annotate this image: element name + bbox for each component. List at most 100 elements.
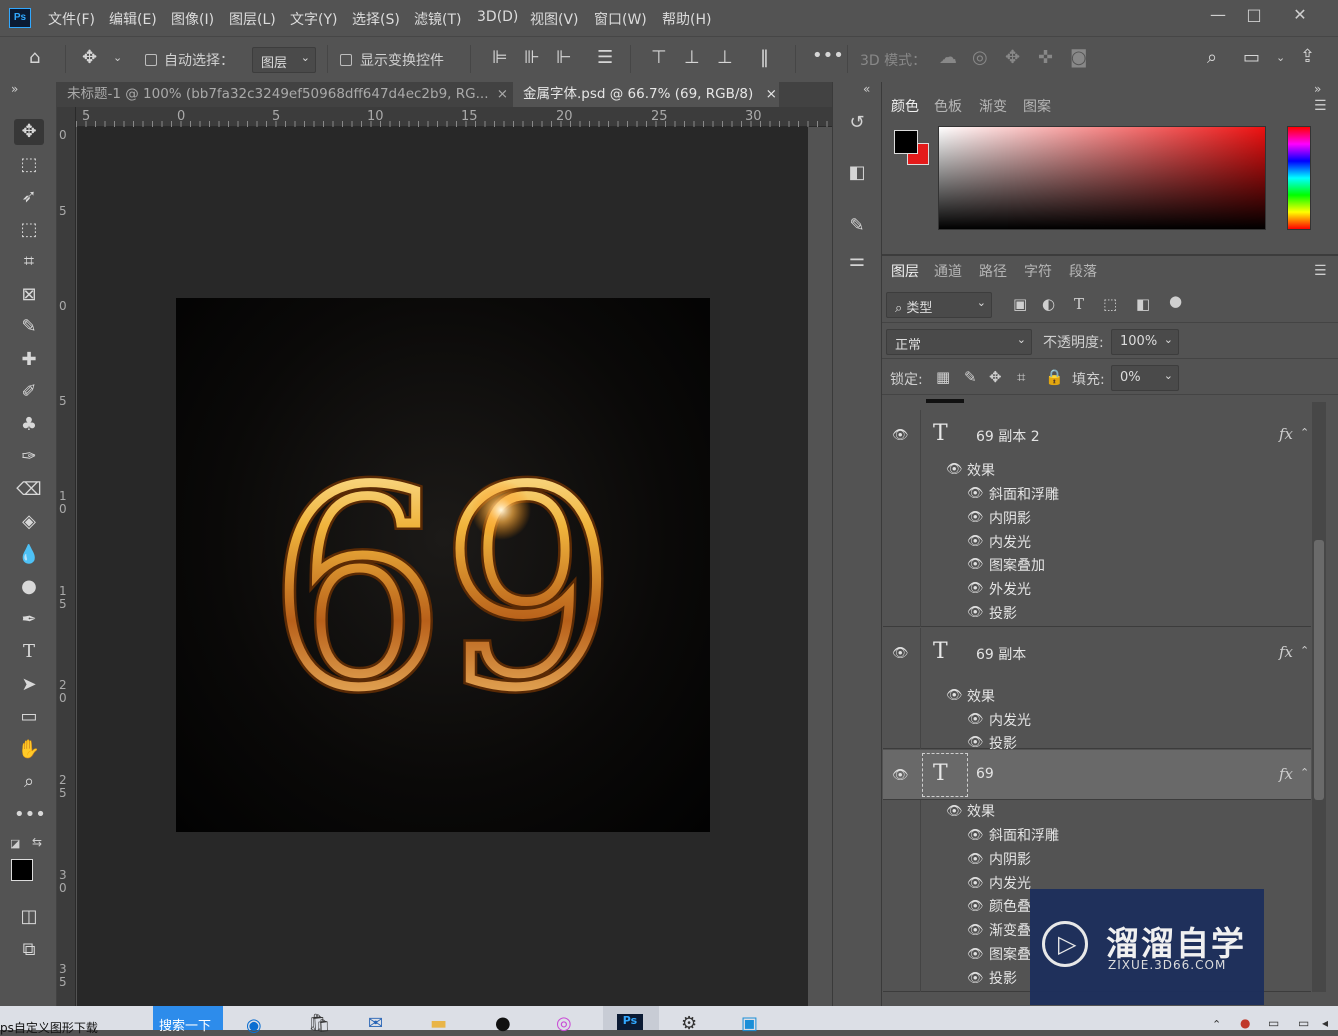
3d-roll-icon[interactable]: ◎	[972, 47, 988, 68]
3d-orbit-icon[interactable]: ☁	[939, 47, 957, 68]
taskbar-search-button[interactable]: 搜索一下	[153, 1006, 223, 1034]
show-transform-checkbox[interactable]	[340, 54, 352, 66]
tab-character[interactable]: 字符	[1024, 261, 1052, 281]
filter-shape-icon[interactable]: ⬚	[1103, 295, 1117, 313]
menu-select[interactable]: 选择(S)	[352, 9, 400, 29]
effect-item[interactable]: 图案叠加	[989, 555, 1045, 575]
visibility-eye-icon[interactable]: 👁	[892, 768, 909, 783]
blur-tool-icon[interactable]: 💧	[14, 542, 44, 568]
layers-scrollbar-thumb[interactable]	[1314, 540, 1324, 800]
effect-eye-icon[interactable]: 👁	[967, 923, 984, 938]
tab-metal-font[interactable]: 金属字体.psd @ 66.7% (69, RGB/8) ×	[513, 82, 779, 107]
hue-slider[interactable]	[1287, 126, 1311, 230]
taskbar-active-app[interactable]: Ps	[603, 1006, 659, 1030]
filter-smart-object-icon[interactable]: ◧	[1136, 295, 1150, 313]
type-tool-icon[interactable]: T	[14, 639, 44, 665]
app-icon[interactable]: ▣	[741, 1013, 758, 1034]
network-icon[interactable]: ▭	[1298, 1016, 1309, 1030]
tab-untitled[interactable]: 未标题-1 @ 100% (bb7fa32c3249ef50968dff647d…	[57, 82, 513, 107]
volume-icon[interactable]: ◂	[1322, 1016, 1328, 1030]
effect-item[interactable]: 内发光	[989, 532, 1031, 552]
hand-tool-icon[interactable]: ✋	[14, 737, 44, 763]
3d-camera-icon[interactable]: ◙	[1070, 47, 1087, 68]
brush-tool-icon[interactable]: ✐	[14, 379, 44, 405]
canvas-scroll-strip[interactable]	[808, 127, 832, 1006]
healing-tool-icon[interactable]: ✚	[14, 347, 44, 373]
menu-window[interactable]: 窗口(W)	[594, 9, 647, 29]
effect-eye-icon[interactable]: 👁	[967, 510, 984, 525]
effect-eye-icon[interactable]: 👁	[967, 971, 984, 986]
quick-mask-icon[interactable]: ◫	[14, 904, 44, 930]
effect-item[interactable]: 斜面和浮雕	[989, 825, 1059, 845]
effect-eye-icon[interactable]: 👁	[946, 688, 963, 703]
layer-filter-dropdown[interactable]: ⌕ 类型 ⌄	[886, 292, 992, 318]
effect-eye-icon[interactable]: 👁	[967, 534, 984, 549]
collapse-icon[interactable]: »	[11, 82, 18, 96]
tab-paragraph[interactable]: 段落	[1069, 261, 1097, 281]
align-bottom-icon[interactable]: ⊥	[717, 47, 733, 68]
effect-eye-icon[interactable]: 👁	[967, 581, 984, 596]
default-colors-icon[interactable]: ◪	[10, 837, 20, 850]
minimize-button[interactable]: —	[1198, 4, 1238, 26]
eyedropper-tool-icon[interactable]: ✎	[14, 314, 44, 340]
effect-item[interactable]: 渐变叠	[989, 920, 1031, 940]
maximize-button[interactable]: □	[1234, 4, 1274, 26]
effect-eye-icon[interactable]: 👁	[967, 712, 984, 727]
filter-pixel-icon[interactable]: ▣	[1013, 295, 1027, 313]
effect-item[interactable]: 图案叠	[989, 944, 1031, 964]
color-picker-field[interactable]	[938, 126, 1266, 230]
move-tool-icon[interactable]: ✥	[82, 47, 97, 68]
layer-item[interactable]: 👁 T 69 副本 2 fx ⌃ 👁 效果 👁 斜面和浮雕 👁 内阴影 👁 内发…	[883, 410, 1311, 627]
panel-menu-icon[interactable]: ☰	[1314, 98, 1327, 114]
filter-type-icon[interactable]: T	[1074, 295, 1084, 313]
screen-mode-icon[interactable]: ⧉	[14, 937, 44, 963]
object-select-tool-icon[interactable]: ⬚	[14, 217, 44, 243]
effect-eye-icon[interactable]: 👁	[967, 605, 984, 620]
effect-eye-icon[interactable]: 👁	[967, 876, 984, 891]
effect-eye-icon[interactable]: 👁	[967, 735, 984, 750]
layer-item[interactable]: 👁 T 69 副本 fx ⌃ 👁 效果 👁 内发光 👁 投影	[883, 628, 1311, 752]
expand-icon[interactable]: «	[863, 82, 870, 96]
brush-settings-icon[interactable]: ✎	[843, 212, 871, 240]
effect-eye-icon[interactable]: 👁	[967, 899, 984, 914]
lock-transparent-icon[interactable]: ▦	[936, 368, 950, 386]
tab-patterns[interactable]: 图案	[1023, 96, 1051, 116]
menu-view[interactable]: 视图(V)	[530, 9, 579, 29]
lock-artboard-icon[interactable]: ⌗	[1017, 368, 1025, 386]
adjustments-icon[interactable]: ⚌	[843, 247, 871, 275]
lock-position-icon[interactable]: ✥	[989, 368, 1002, 386]
menu-type[interactable]: 文字(Y)	[290, 9, 337, 29]
move-tool-icon[interactable]: ✥	[14, 119, 44, 145]
settings-gear-icon[interactable]: ⚙	[681, 1013, 697, 1034]
marquee-tool-icon[interactable]: ⬚	[14, 152, 44, 178]
effect-eye-icon[interactable]: 👁	[967, 852, 984, 867]
store-icon[interactable]: 🛍	[308, 1013, 331, 1034]
distribute-vertical-icon[interactable]: ‖	[760, 47, 769, 68]
tab-paths[interactable]: 路径	[979, 261, 1007, 281]
blend-mode-dropdown[interactable]: 正常 ⌄	[886, 329, 1032, 355]
layer-item-selected[interactable]: 👁 T 69 fx ⌃	[883, 750, 1311, 800]
frame-tool-icon[interactable]: ⊠	[14, 282, 44, 308]
history-panel-icon[interactable]: ↺	[843, 109, 871, 137]
menu-layer[interactable]: 图层(L)	[229, 9, 276, 29]
close-window-button[interactable]: ✕	[1280, 4, 1320, 26]
document-canvas[interactable]: 69 69	[176, 298, 710, 832]
effect-item[interactable]: 斜面和浮雕	[989, 484, 1059, 504]
foreground-color-swatch[interactable]	[894, 130, 918, 154]
close-icon[interactable]: ×	[497, 86, 508, 102]
layer-name[interactable]: 69 副本 2	[976, 426, 1040, 446]
more-tools-icon[interactable]: •••	[14, 802, 46, 828]
menu-image[interactable]: 图像(I)	[171, 9, 214, 29]
collapse-icon[interactable]: »	[1314, 82, 1321, 96]
share-icon[interactable]: ⇪	[1300, 46, 1315, 67]
effect-item[interactable]: 内发光	[989, 873, 1031, 893]
align-right-icon[interactable]: ⊩	[556, 47, 572, 68]
menu-3d[interactable]: 3D(D)	[477, 9, 518, 25]
fx-icon[interactable]: fx	[1279, 765, 1293, 783]
dodge-tool-icon[interactable]: ●	[14, 574, 44, 600]
effect-eye-icon[interactable]: 👁	[946, 462, 963, 477]
layer-name[interactable]: 69	[976, 766, 994, 782]
tab-color[interactable]: 颜色	[891, 96, 919, 116]
align-hcenter-icon[interactable]: ⊪	[524, 47, 540, 68]
tab-swatches[interactable]: 色板	[934, 96, 962, 116]
